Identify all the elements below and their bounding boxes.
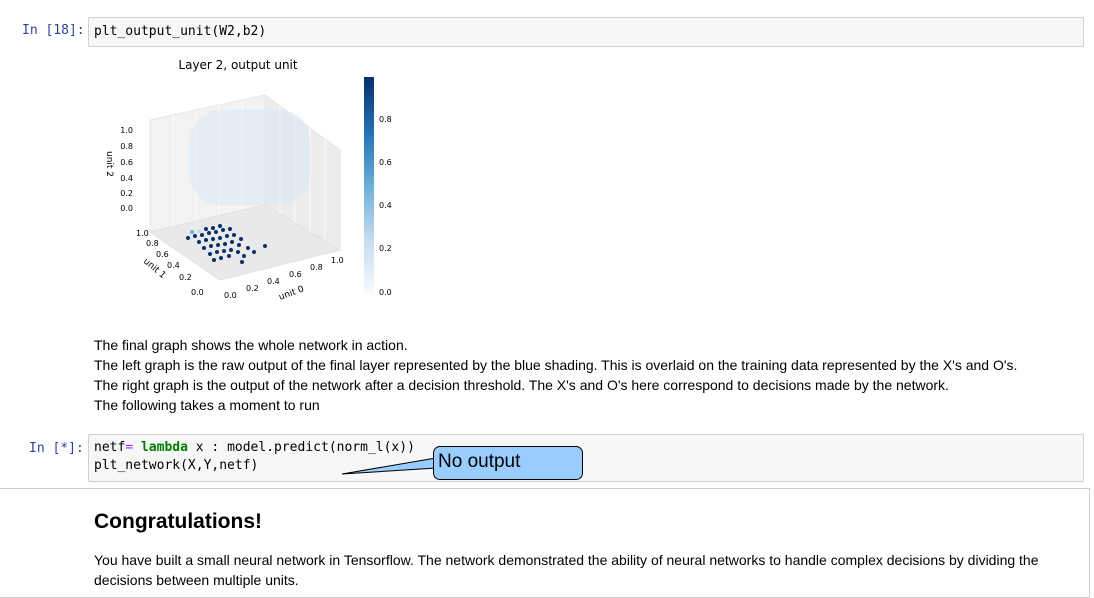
data-point [197, 229, 201, 233]
y-tick: 0.4 [167, 261, 180, 270]
data-point [232, 233, 236, 237]
data-point [186, 236, 190, 240]
markdown-line: The right graph is the output of the net… [94, 377, 949, 393]
data-point [242, 254, 246, 258]
figure-title: Layer 2, output unit [178, 58, 297, 72]
data-point [221, 228, 225, 232]
data-point [227, 254, 231, 258]
colorbar-tick: 0.2 [379, 244, 392, 253]
code-line: netf= lambda x : model.predict(norm_l(x)… [94, 440, 415, 455]
code-line: plt_network(X,Y,netf) [94, 458, 259, 473]
data-point [218, 236, 222, 240]
data-point [204, 227, 208, 231]
data-point [190, 230, 194, 234]
data-point [207, 231, 211, 235]
z-tick: 0.6 [120, 158, 133, 167]
cell-prompt: In [*]: [29, 441, 84, 456]
data-point [216, 243, 220, 247]
data-point [230, 240, 234, 244]
markdown-line: The following takes a moment to run [94, 397, 320, 413]
z-tick: 0.2 [120, 189, 133, 198]
data-point [229, 248, 233, 252]
data-point [218, 224, 222, 228]
x-axis-label: unit 0 [278, 284, 306, 302]
y-tick: 0.0 [191, 288, 204, 297]
data-point [239, 237, 243, 241]
colorbar-tick: 0.0 [379, 288, 392, 297]
data-point [223, 242, 227, 246]
colorbar-tick: 0.6 [379, 158, 392, 167]
data-point [222, 249, 226, 253]
data-point [193, 234, 197, 238]
code-cell[interactable]: netf= lambda x : model.predict(norm_l(x)… [88, 434, 1084, 482]
y-axis-label: unit 1 [141, 257, 167, 281]
data-point [211, 237, 215, 241]
data-point [219, 256, 223, 260]
markdown-line: The left graph is the raw output of the … [94, 357, 1018, 373]
data-point [202, 246, 206, 250]
markdown-cell: The final graph shows the whole network … [94, 335, 1017, 415]
no-output-callout: No output [433, 446, 583, 480]
data-point [228, 227, 232, 231]
data-point [240, 260, 244, 264]
z-axis: 1.0 0.8 0.6 0.4 0.2 0.0 [120, 126, 133, 213]
y-tick: 0.8 [146, 239, 159, 248]
y-tick: 0.2 [179, 273, 192, 282]
data-point [208, 252, 212, 256]
data-point [252, 250, 256, 254]
z-tick: 0.4 [120, 174, 133, 183]
data-point [211, 226, 215, 230]
colorbar-tick: 0.8 [379, 115, 392, 124]
markdown-line: The final graph shows the whole network … [94, 337, 408, 353]
data-point [197, 240, 201, 244]
z-tick: 0.0 [120, 204, 133, 213]
data-point [237, 243, 241, 247]
data-point [246, 246, 250, 250]
z-axis-label: unit 2 [104, 151, 114, 177]
x-tick: 0.4 [267, 277, 280, 286]
z-tick: 0.8 [120, 142, 133, 151]
x-tick: 0.8 [310, 263, 323, 272]
data-point [209, 244, 213, 248]
output-figure: Layer 2, output unit 1.0 0.8 0.6 0.4 0.2… [104, 58, 392, 303]
data-point [214, 230, 218, 234]
data-point [236, 250, 240, 254]
x-tick: 0.2 [246, 284, 259, 293]
congrats-text: You have built a small neural network in… [94, 552, 1039, 588]
congrats-heading: Congratulations! [94, 510, 262, 533]
data-point [215, 250, 219, 254]
colorbar [364, 77, 374, 294]
data-point [212, 258, 216, 262]
y-tick: 1.0 [136, 229, 149, 238]
x-tick: 1.0 [331, 256, 344, 265]
y-tick: 0.6 [156, 250, 169, 259]
colorbar-ticks: 0.8 0.6 0.4 0.2 0.0 [379, 115, 392, 297]
x-tick: 0.0 [224, 291, 237, 300]
x-tick: 0.6 [289, 270, 302, 279]
data-point [225, 234, 229, 238]
data-point [263, 244, 267, 248]
data-point [204, 238, 208, 242]
colorbar-tick: 0.4 [379, 201, 392, 210]
z-tick: 1.0 [120, 126, 133, 135]
data-point [200, 233, 204, 237]
